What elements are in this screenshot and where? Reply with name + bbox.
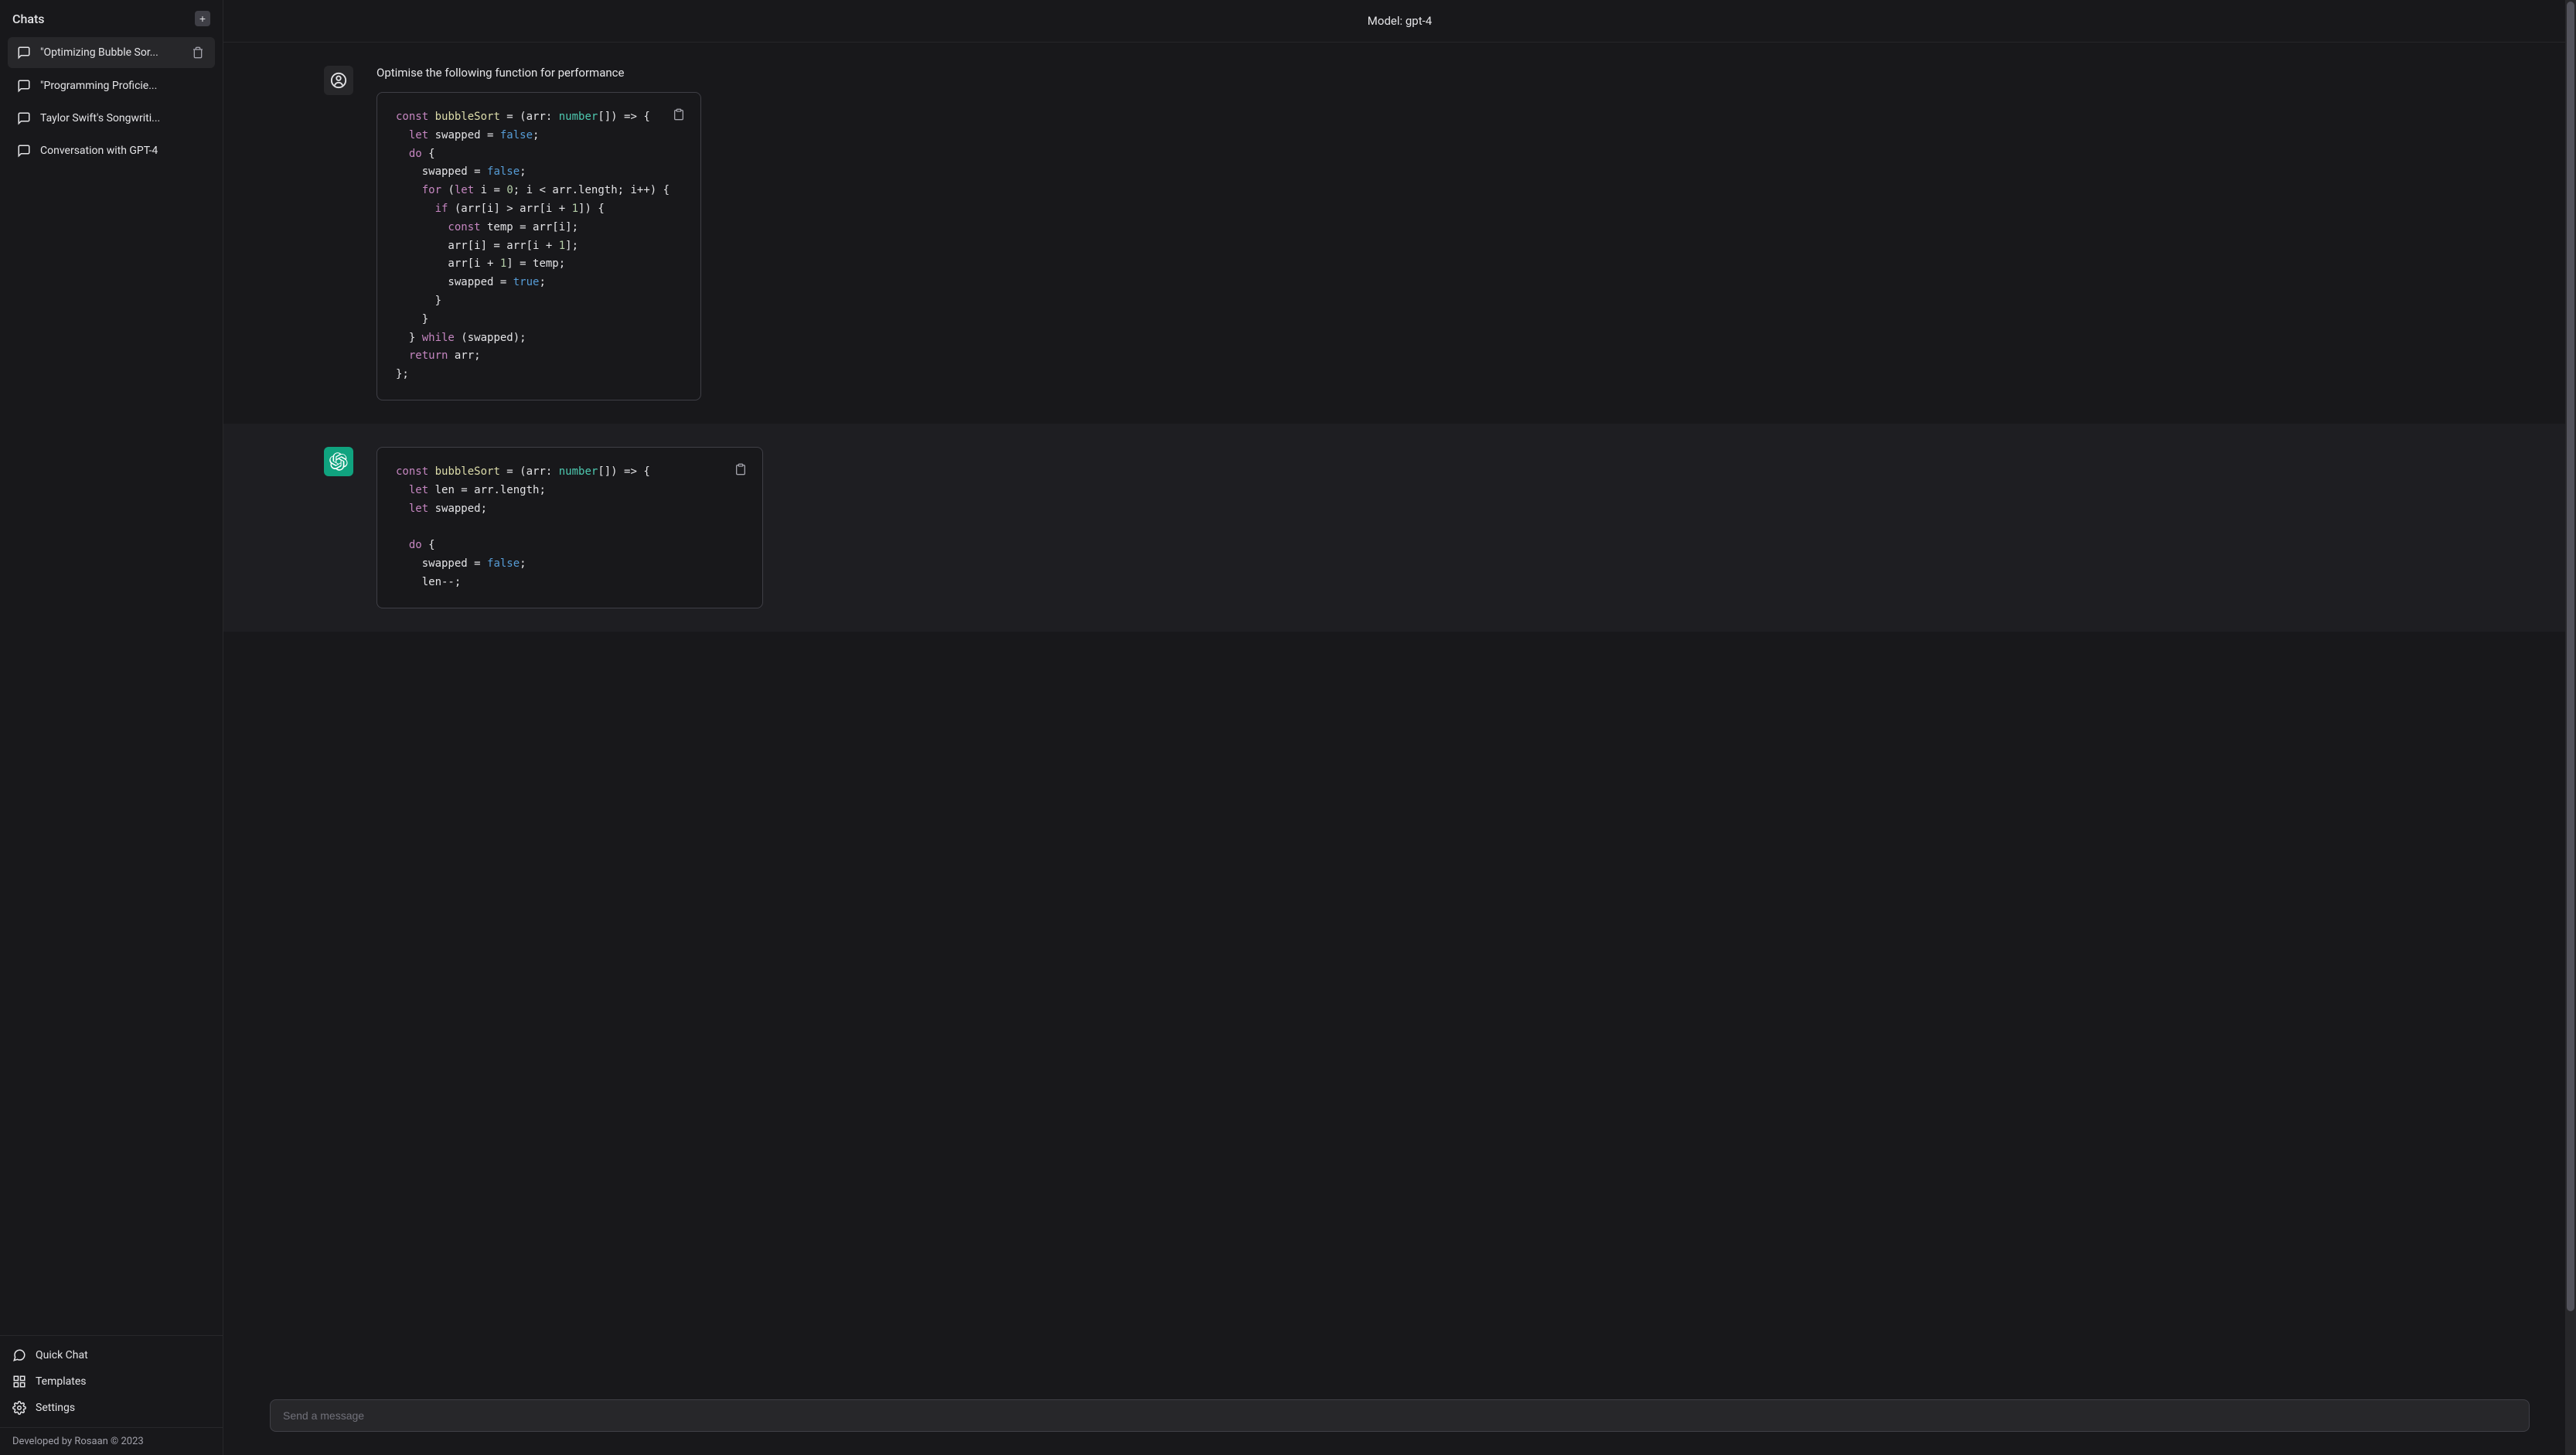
quick-chat-button[interactable]: Quick Chat: [0, 1342, 223, 1368]
chat-icon: [17, 111, 31, 125]
user-avatar: [324, 66, 353, 95]
model-header: Model: gpt-4: [223, 0, 2576, 43]
code-block-user: const bubbleSort = (arr: number[]) => { …: [377, 92, 701, 400]
chat-icon: [17, 79, 31, 93]
copy-code-button[interactable]: [731, 460, 750, 479]
ai-avatar: [324, 447, 353, 476]
chat-item[interactable]: "Programming Proficie...: [8, 71, 215, 101]
user-icon: [330, 72, 347, 89]
user-message: Optimise the following function for perf…: [223, 43, 2576, 424]
clipboard-icon: [734, 463, 747, 475]
chat-icon: [17, 144, 31, 158]
template-icon: [12, 1375, 26, 1389]
chat-list: "Optimizing Bubble Sor... "Programming P…: [0, 37, 223, 1335]
trash-icon: [192, 46, 204, 59]
footer-label: Quick Chat: [36, 1349, 88, 1361]
input-area: [223, 1384, 2576, 1455]
plus-icon: +: [199, 12, 206, 25]
scrollbar-thumb[interactable]: [2567, 2, 2574, 1311]
chat-icon: [17, 46, 31, 60]
dev-credit: Developed by Rosaan © 2023: [0, 1427, 223, 1455]
message-content: const bubbleSort = (arr: number[]) => { …: [377, 447, 2475, 608]
chat-item[interactable]: Taylor Swift's Songwriti...: [8, 104, 215, 133]
sidebar-header: Chats +: [0, 0, 223, 37]
user-message-text: Optimise the following function for perf…: [377, 66, 2475, 80]
chat-label: "Programming Proficie...: [40, 80, 206, 92]
templates-button[interactable]: Templates: [0, 1368, 223, 1395]
new-chat-button[interactable]: +: [195, 11, 210, 26]
copy-code-button[interactable]: [670, 105, 688, 124]
chat-label: Conversation with GPT-4: [40, 145, 206, 157]
chat-label: Taylor Swift's Songwriti...: [40, 112, 206, 124]
sidebar: Chats + "Optimizing Bubble Sor... "Progr…: [0, 0, 223, 1455]
openai-icon: [329, 452, 348, 471]
scrollbar-track[interactable]: [2565, 0, 2576, 1455]
code-content: const bubbleSort = (arr: number[]) => { …: [396, 108, 682, 384]
code-content: const bubbleSort = (arr: number[]) => { …: [396, 463, 744, 592]
footer-label: Templates: [36, 1375, 87, 1388]
delete-chat-button[interactable]: [190, 45, 206, 60]
code-block-assistant: const bubbleSort = (arr: number[]) => { …: [377, 447, 763, 608]
footer-label: Settings: [36, 1402, 75, 1414]
main-area: Model: gpt-4 Optimise the following func…: [223, 0, 2576, 1455]
settings-button[interactable]: Settings: [0, 1395, 223, 1421]
message-input[interactable]: [270, 1399, 2530, 1432]
sidebar-footer: Quick Chat Templates Settings: [0, 1335, 223, 1427]
chat-item[interactable]: Conversation with GPT-4: [8, 136, 215, 165]
assistant-message: const bubbleSort = (arr: number[]) => { …: [223, 424, 2576, 632]
messages-container[interactable]: Optimise the following function for perf…: [223, 43, 2576, 1384]
chat-label: "Optimizing Bubble Sor...: [40, 46, 190, 59]
chat-item-active[interactable]: "Optimizing Bubble Sor...: [8, 37, 215, 68]
gear-icon: [12, 1401, 26, 1415]
chat-icon: [12, 1348, 26, 1362]
message-content: Optimise the following function for perf…: [377, 66, 2475, 400]
clipboard-icon: [673, 108, 685, 121]
sidebar-title: Chats: [12, 12, 45, 26]
